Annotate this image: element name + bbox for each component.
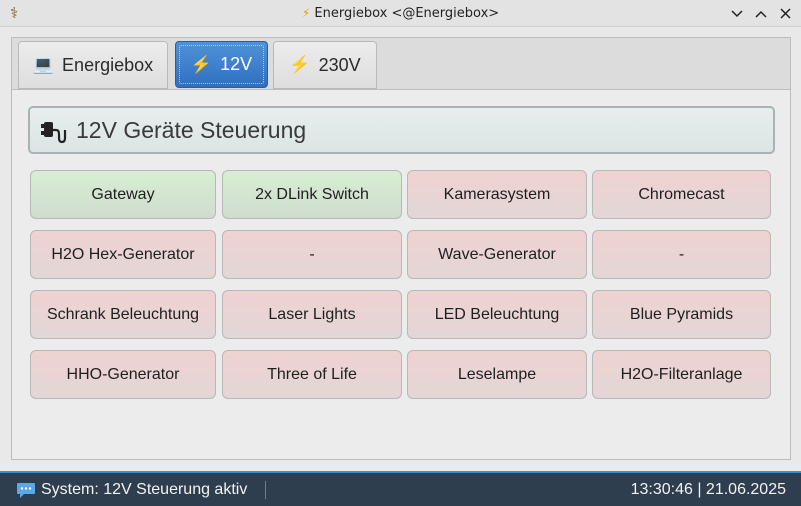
device-toggle-button[interactable]: - (222, 230, 402, 279)
plug-icon (38, 115, 68, 145)
laptop-icon: 💻 (32, 55, 55, 74)
main-area: 💻 Energiebox ⚡ 12V ⚡ 230V 12V Geräte Ste… (0, 27, 801, 471)
status-message: System: 12V Steuerung aktiv (16, 473, 247, 506)
close-icon (779, 8, 791, 19)
status-text: System: 12V Steuerung aktiv (41, 480, 248, 498)
focus-outline (179, 45, 264, 84)
status-divider (265, 481, 266, 499)
lightning-icon: ⚡ (289, 55, 311, 74)
device-toggle-button[interactable]: Leselampe (407, 350, 587, 399)
chevron-down-icon (731, 9, 743, 17)
panel-title: 12V Geräte Steuerung (76, 116, 307, 143)
tab-12v[interactable]: ⚡ 12V (175, 41, 268, 88)
tab-panel-12v: 12V Geräte Steuerung Gateway 2x DLink Swi… (11, 89, 791, 460)
title-bar: ⚕ ⚡ Energiebox <@Energiebox> (0, 0, 801, 27)
tab-230v[interactable]: ⚡ 230V (273, 41, 377, 89)
device-toggle-button[interactable]: LED Beleuchtung (407, 290, 587, 339)
device-toggle-button[interactable]: Laser Lights (222, 290, 402, 339)
device-toggle-button[interactable]: Wave-Generator (407, 230, 587, 279)
device-toggle-button[interactable]: Schrank Beleuchtung (30, 290, 216, 339)
maximize-button[interactable] (749, 2, 773, 26)
device-toggle-button[interactable]: 2x DLink Switch (222, 170, 402, 219)
app-window: ⚕ ⚡ Energiebox <@Energiebox> 💻 Energiebo… (0, 0, 801, 506)
panel-header: 12V Geräte Steuerung (28, 106, 775, 154)
speech-bubble-icon (16, 481, 36, 499)
close-button[interactable] (773, 2, 797, 26)
window-title: ⚡ Energiebox <@Energiebox> (0, 0, 801, 27)
device-toggle-button[interactable]: Chromecast (592, 170, 771, 219)
tab-label: 230V (318, 54, 361, 75)
window-controls (725, 0, 797, 27)
window-title-text: Energiebox <@Energiebox> (314, 6, 500, 21)
device-toggle-button[interactable]: Blue Pyramids (592, 290, 771, 339)
tab-energiebox[interactable]: 💻 Energiebox (18, 41, 168, 89)
device-toggle-button[interactable]: Gateway (30, 170, 216, 219)
device-toggle-button[interactable]: - (592, 230, 771, 279)
status-datetime: 13:30:46 | 21.06.2025 (630, 480, 786, 498)
device-toggle-button[interactable]: H2O-Filteranlage (592, 350, 771, 399)
minimize-button[interactable] (725, 2, 749, 26)
tab-bar: 💻 Energiebox ⚡ 12V ⚡ 230V (11, 37, 791, 89)
device-toggle-button[interactable]: Three of Life (222, 350, 402, 399)
lightning-icon: ⚡ (301, 6, 311, 20)
device-toggle-button[interactable]: Kamerasystem (407, 170, 587, 219)
tab-label: Energiebox (62, 54, 154, 75)
chevron-up-icon (755, 10, 767, 18)
device-toggle-button[interactable]: HHO-Generator (30, 350, 216, 399)
device-toggle-button[interactable]: H2O Hex-Generator (30, 230, 216, 279)
status-bar: System: 12V Steuerung aktiv 13:30:46 | 2… (0, 471, 801, 506)
